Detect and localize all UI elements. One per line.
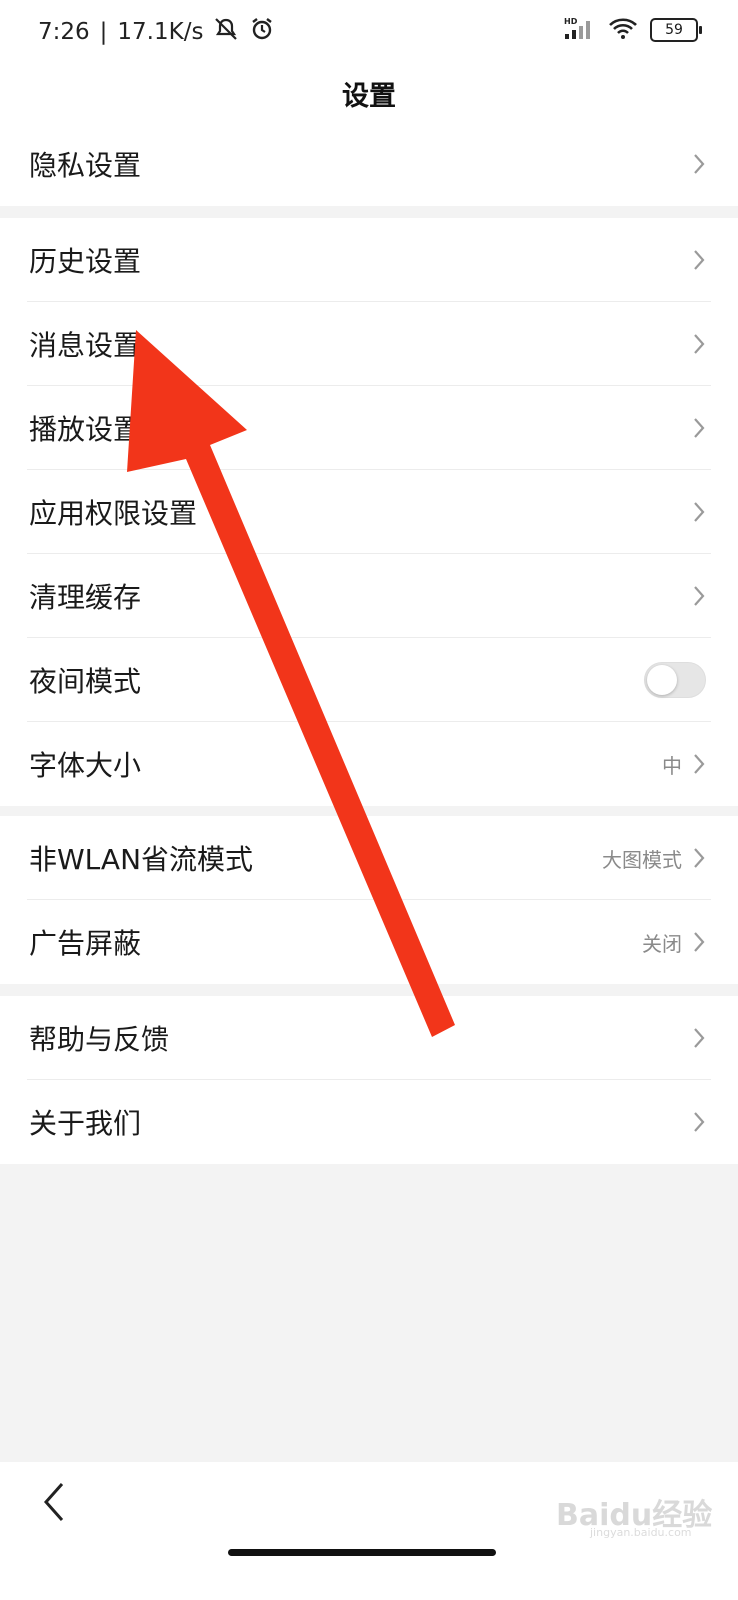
network-speed: 17.1K/s — [117, 19, 204, 45]
row-right — [692, 500, 706, 524]
row-right — [692, 248, 706, 272]
row-right: 大图模式 — [602, 844, 706, 873]
row-right — [644, 662, 706, 698]
chevron-right-icon — [692, 584, 706, 608]
settings-group-privacy: 隐私设置 — [0, 122, 738, 206]
page-header: 设置 — [0, 64, 738, 123]
settings-row-label: 字体大小 — [29, 749, 142, 782]
settings-row-app-permissions[interactable]: 应用权限设置 — [0, 470, 738, 554]
settings-row-label: 夜间模式 — [29, 665, 142, 698]
settings-row-value: 关闭 — [642, 931, 682, 956]
settings-group-main: 历史设置 消息设置 播放设置 应用权限设置 清理缓存 夜间模式 字体大小 中 — [0, 218, 738, 806]
signal-icon: HD — [562, 16, 596, 44]
settings-row-history[interactable]: 历史设置 — [0, 218, 738, 302]
chevron-right-icon — [692, 248, 706, 272]
settings-row-help-feedback[interactable]: 帮助与反馈 — [0, 996, 738, 1080]
watermark-url: jingyan.baidu.com — [590, 1526, 692, 1539]
settings-row-playback[interactable]: 播放设置 — [0, 386, 738, 470]
settings-row-value: 中 — [662, 753, 682, 778]
chevron-right-icon — [692, 500, 706, 524]
row-right — [692, 416, 706, 440]
status-time: 7:26 — [38, 19, 90, 45]
row-right — [692, 152, 706, 176]
row-right: 中 — [662, 750, 706, 779]
svg-text:HD: HD — [564, 17, 578, 26]
chevron-right-icon — [692, 152, 706, 176]
alarm-icon — [249, 16, 275, 48]
settings-row-label: 非WLAN省流模式 — [29, 843, 254, 876]
row-right — [692, 1110, 706, 1134]
chevron-right-icon — [692, 846, 706, 870]
settings-row-ad-block[interactable]: 广告屏蔽 关闭 — [0, 900, 738, 984]
settings-row-data-saver[interactable]: 非WLAN省流模式 大图模式 — [0, 816, 738, 900]
settings-row-label: 播放设置 — [29, 413, 142, 446]
settings-row-clear-cache[interactable]: 清理缓存 — [0, 554, 738, 638]
status-left: 7:26 | 17.1K/s — [38, 16, 275, 48]
battery-level: 59 — [665, 22, 683, 38]
settings-group-about: 帮助与反馈 关于我们 — [0, 996, 738, 1164]
mute-bell-icon — [213, 16, 239, 48]
status-bar: 7:26 | 17.1K/s HD 59 — [0, 0, 738, 64]
settings-row-about-us[interactable]: 关于我们 — [0, 1080, 738, 1164]
settings-row-label: 清理缓存 — [29, 581, 142, 614]
row-right — [692, 584, 706, 608]
wifi-icon — [608, 16, 638, 44]
status-right: HD 59 — [562, 16, 702, 44]
settings-row-label: 关于我们 — [29, 1107, 142, 1140]
chevron-right-icon — [692, 1110, 706, 1134]
status-separator: | — [99, 19, 108, 45]
chevron-right-icon — [692, 752, 706, 776]
settings-row-label: 广告屏蔽 — [29, 927, 142, 960]
settings-group-data: 非WLAN省流模式 大图模式 广告屏蔽 关闭 — [0, 816, 738, 984]
settings-row-privacy[interactable]: 隐私设置 — [0, 122, 738, 206]
settings-row-label: 历史设置 — [29, 245, 142, 278]
settings-row-message[interactable]: 消息设置 — [0, 302, 738, 386]
chevron-right-icon — [692, 930, 706, 954]
settings-row-label: 消息设置 — [29, 329, 142, 362]
back-arrow-icon[interactable] — [36, 1480, 76, 1524]
battery-icon: 59 — [650, 18, 702, 42]
settings-row-label: 隐私设置 — [29, 149, 142, 182]
settings-row-night-mode: 夜间模式 — [0, 638, 738, 722]
page-title: 设置 — [342, 80, 396, 112]
row-right: 关闭 — [642, 928, 706, 957]
chevron-right-icon — [692, 1026, 706, 1050]
settings-row-value: 大图模式 — [602, 847, 682, 872]
toggle-knob — [647, 665, 677, 695]
home-indicator[interactable] — [228, 1549, 496, 1556]
row-right — [692, 1026, 706, 1050]
chevron-right-icon — [692, 416, 706, 440]
settings-row-label: 应用权限设置 — [29, 497, 198, 530]
settings-row-font-size[interactable]: 字体大小 中 — [0, 722, 738, 806]
night-mode-toggle[interactable] — [644, 662, 706, 698]
row-right — [692, 332, 706, 356]
chevron-right-icon — [692, 332, 706, 356]
settings-row-label: 帮助与反馈 — [29, 1023, 170, 1056]
